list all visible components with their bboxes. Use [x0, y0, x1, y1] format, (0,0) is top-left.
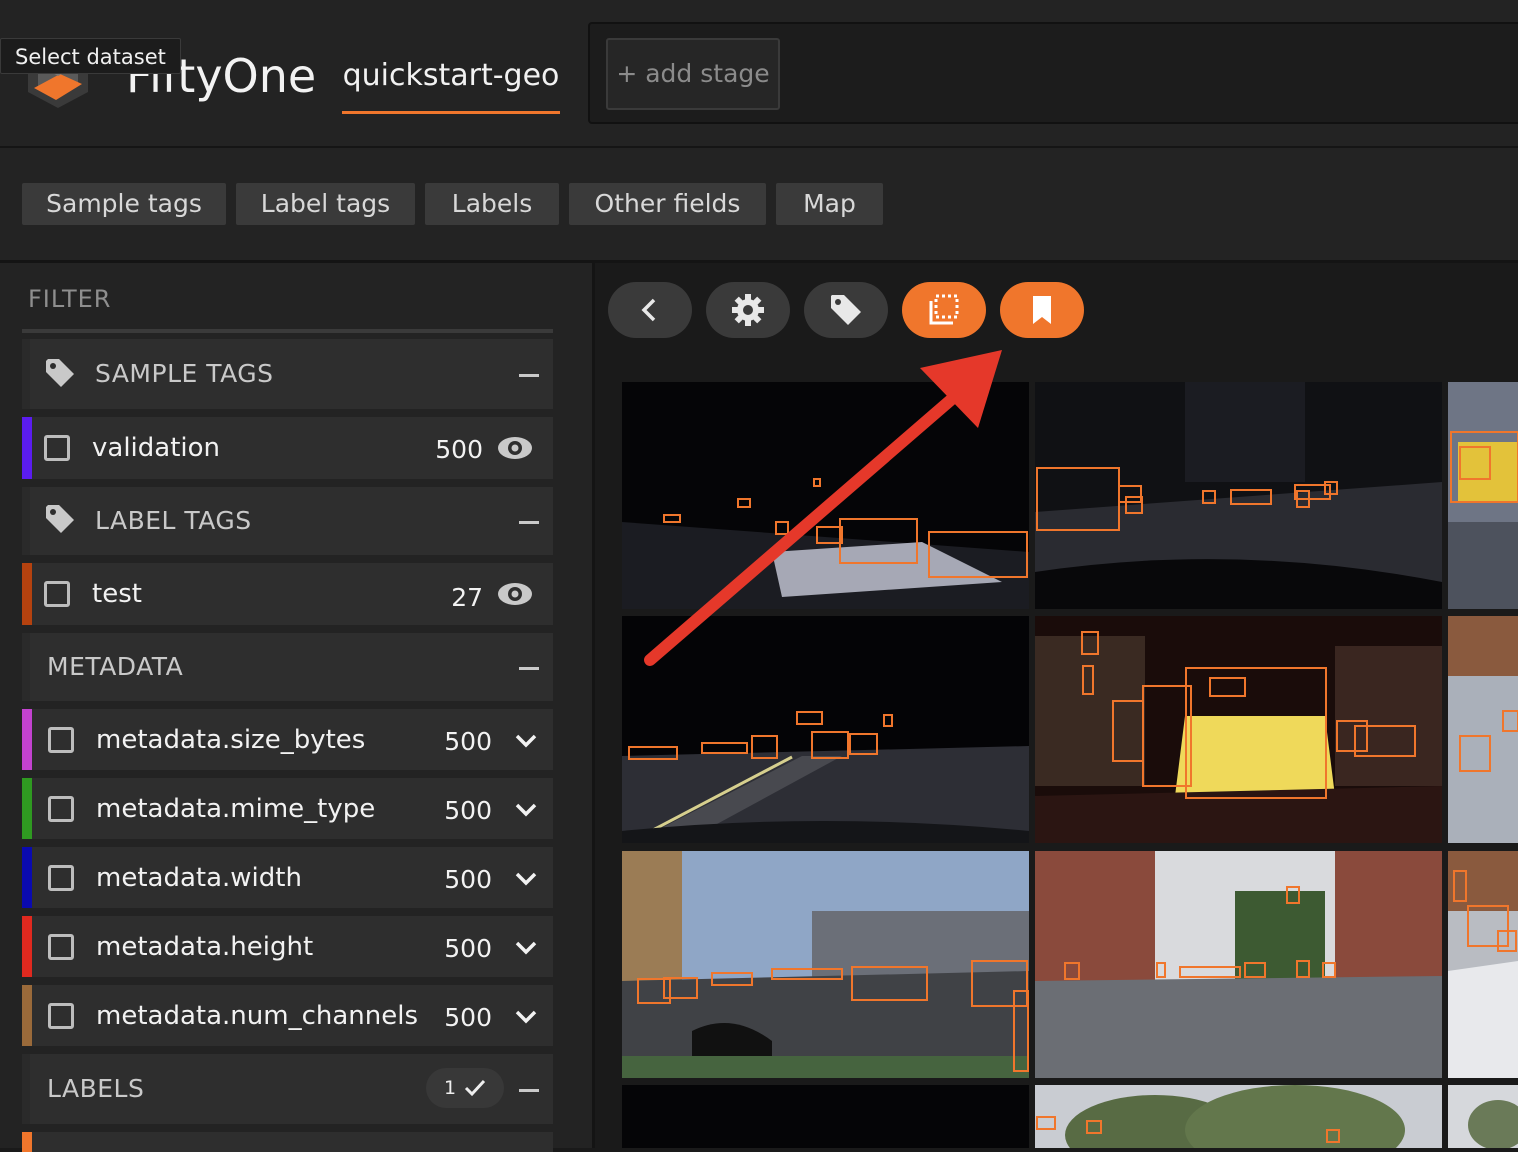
annotation-arrow-icon	[644, 350, 1002, 666]
